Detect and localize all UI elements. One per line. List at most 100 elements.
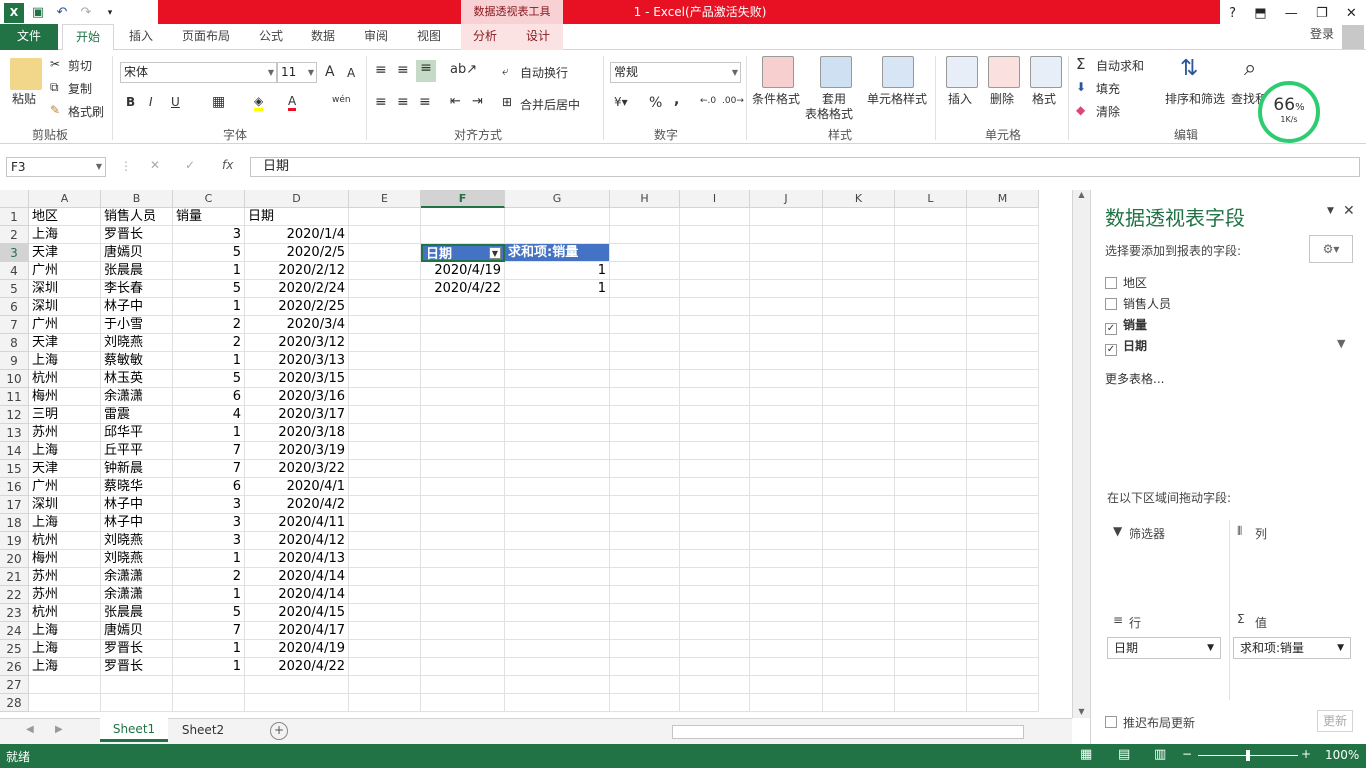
cell[interactable]: 3 (173, 496, 245, 514)
cell[interactable] (895, 676, 967, 694)
cell[interactable] (680, 568, 750, 586)
cell[interactable]: 1 (173, 298, 245, 316)
row-header[interactable]: 18 (0, 514, 29, 532)
cell[interactable] (349, 496, 421, 514)
row-header[interactable]: 20 (0, 550, 29, 568)
zoom-thumb[interactable] (1246, 750, 1250, 761)
cell[interactable] (680, 604, 750, 622)
cell[interactable] (680, 298, 750, 316)
ribbon-display-button[interactable]: ⬒ (1254, 6, 1266, 21)
cell[interactable]: 2020/4/22 (245, 658, 349, 676)
cell[interactable] (823, 640, 895, 658)
cell[interactable]: 3 (173, 226, 245, 244)
cell[interactable] (610, 406, 680, 424)
increase-decimal-icon[interactable]: ←.0 (700, 96, 716, 106)
cell[interactable]: 蔡晓华 (101, 478, 173, 496)
cell[interactable] (505, 568, 610, 586)
conditional-format-icon[interactable] (762, 56, 794, 88)
cell[interactable]: 2020/3/16 (245, 388, 349, 406)
cell[interactable] (895, 316, 967, 334)
shrink-font-button[interactable]: A (347, 66, 355, 80)
field-checkbox[interactable]: ✓ (1105, 323, 1117, 335)
cell[interactable]: 苏州 (29, 568, 101, 586)
cell[interactable] (245, 694, 349, 712)
cell[interactable] (895, 640, 967, 658)
field-item[interactable]: ✓ 销量 (1105, 316, 1147, 335)
cell[interactable] (967, 280, 1039, 298)
cell[interactable]: 销量 (173, 208, 245, 226)
field-item[interactable]: ✓ 日期 (1105, 337, 1147, 356)
column-header[interactable]: J (750, 190, 823, 208)
cell[interactable] (610, 244, 680, 262)
cut-icon[interactable]: ✂ (50, 57, 60, 71)
cell[interactable] (895, 370, 967, 388)
cell[interactable] (349, 334, 421, 352)
cell[interactable] (349, 280, 421, 298)
cell[interactable] (750, 514, 823, 532)
row-header[interactable]: 9 (0, 352, 29, 370)
cell[interactable] (610, 622, 680, 640)
cell[interactable] (505, 532, 610, 550)
cell[interactable] (173, 694, 245, 712)
wrap-text-button[interactable]: 自动换行 (520, 64, 568, 81)
field-item[interactable]: 销售人员 (1105, 295, 1171, 313)
cell[interactable] (610, 568, 680, 586)
cell[interactable] (750, 244, 823, 262)
cell[interactable] (610, 496, 680, 514)
cell[interactable] (680, 658, 750, 676)
cell[interactable]: 2 (173, 568, 245, 586)
cell[interactable] (610, 532, 680, 550)
cell[interactable] (349, 442, 421, 460)
cell[interactable] (505, 550, 610, 568)
cell[interactable] (505, 442, 610, 460)
cell[interactable]: 刘晓燕 (101, 532, 173, 550)
cell[interactable] (823, 514, 895, 532)
cell[interactable]: 1 (173, 586, 245, 604)
cell[interactable] (680, 496, 750, 514)
cell[interactable] (750, 316, 823, 334)
cell[interactable] (610, 460, 680, 478)
cell[interactable] (610, 208, 680, 226)
row-header[interactable]: 2 (0, 226, 29, 244)
cell[interactable] (967, 208, 1039, 226)
cell[interactable] (750, 262, 823, 280)
cell[interactable] (680, 208, 750, 226)
cell[interactable]: 唐嫣贝 (101, 244, 173, 262)
cell[interactable] (967, 334, 1039, 352)
cell[interactable]: 林子中 (101, 496, 173, 514)
cell[interactable] (750, 550, 823, 568)
cell[interactable] (750, 460, 823, 478)
cell[interactable] (823, 586, 895, 604)
insert-cells-icon[interactable] (946, 56, 978, 88)
cell[interactable]: 2020/2/5 (245, 244, 349, 262)
cell[interactable]: 5 (173, 280, 245, 298)
row-header[interactable]: 21 (0, 568, 29, 586)
cell[interactable] (421, 334, 505, 352)
cell[interactable] (895, 298, 967, 316)
cell[interactable] (505, 334, 610, 352)
cell[interactable]: 天津 (29, 460, 101, 478)
cell[interactable] (967, 406, 1039, 424)
cell-styles-icon[interactable] (882, 56, 914, 88)
cell[interactable] (680, 532, 750, 550)
cell[interactable]: 杭州 (29, 532, 101, 550)
cell[interactable]: 2020/2/25 (245, 298, 349, 316)
cell[interactable] (895, 334, 967, 352)
cell[interactable] (895, 478, 967, 496)
row-header[interactable]: 12 (0, 406, 29, 424)
cut-button[interactable]: 剪切 (68, 57, 92, 74)
cell[interactable]: 2020/4/14 (245, 568, 349, 586)
cell[interactable]: 6 (173, 388, 245, 406)
page-layout-view-icon[interactable]: ▤ (1118, 747, 1130, 762)
cell[interactable] (967, 640, 1039, 658)
cell[interactable] (967, 622, 1039, 640)
cell[interactable]: 7 (173, 460, 245, 478)
cell[interactable] (349, 424, 421, 442)
cell[interactable] (750, 334, 823, 352)
cell[interactable]: 杭州 (29, 370, 101, 388)
cell[interactable] (823, 208, 895, 226)
cell[interactable] (680, 442, 750, 460)
cell[interactable] (610, 298, 680, 316)
cell[interactable] (823, 280, 895, 298)
row-header[interactable]: 8 (0, 334, 29, 352)
